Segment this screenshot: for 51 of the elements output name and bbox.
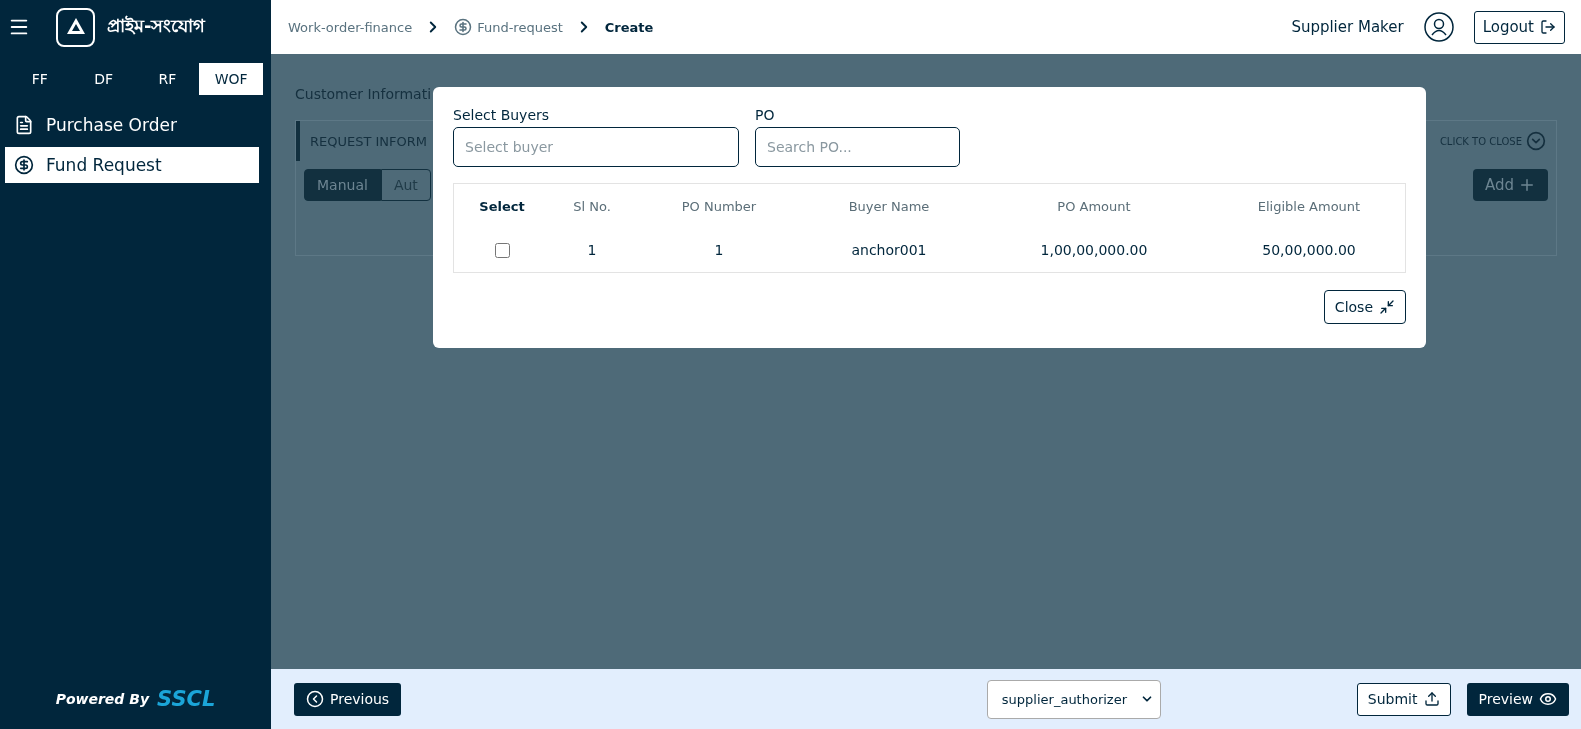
table-cell-text: 50,00,000.00: [1261, 242, 1357, 258]
dollar-icon: [14, 155, 34, 175]
upload-icon: [1423, 691, 1440, 707]
breadcrumb-link[interactable]: Create: [604, 19, 654, 35]
column-header: Buyer Name: [847, 198, 931, 214]
buyer-select-field[interactable]: Select buyer: [453, 127, 739, 167]
chevron-left-icon: [306, 690, 324, 708]
column-header: PO Amount: [1056, 198, 1132, 214]
previous-button[interactable]: Previous: [294, 682, 402, 716]
close-button[interactable]: Close: [1323, 290, 1406, 324]
product-tab[interactable]: WOF: [199, 63, 263, 95]
brand-name: SSCL: [157, 687, 216, 711]
sidebar-item[interactable]: Fund Request: [5, 147, 259, 183]
logout-icon: [1540, 19, 1556, 35]
submit-button[interactable]: Submit: [1356, 682, 1451, 716]
add-button[interactable]: Add: [1472, 169, 1548, 201]
sidebar-item[interactable]: Purchase Order: [5, 107, 259, 143]
logout-button[interactable]: Logout: [1473, 10, 1565, 44]
product-tab[interactable]: DF: [71, 63, 136, 95]
field-label: PO: [755, 107, 776, 123]
panel-title: REQUEST INFORM: [310, 133, 428, 149]
eye-icon: [1539, 690, 1557, 708]
section-title: Customer Informati: [295, 86, 433, 102]
chevron-down-icon: [1526, 131, 1546, 151]
product-tab[interactable]: RF: [135, 63, 200, 95]
plus-icon: [1518, 176, 1536, 194]
breadcrumb-link[interactable]: Work-order-finance: [288, 19, 413, 35]
column-header: Select: [478, 198, 526, 214]
document-icon: [14, 115, 34, 135]
table-cell-text: 1: [586, 242, 598, 258]
column-header: Sl No.: [572, 198, 612, 214]
logo-icon: [56, 7, 95, 47]
row-checkbox[interactable]: [494, 242, 510, 258]
breadcrumb-link[interactable]: Fund-request: [477, 19, 563, 35]
user-avatar-icon[interactable]: [1423, 12, 1454, 42]
column-header: PO Number: [680, 198, 758, 214]
powered-by-text: Powered By: [55, 691, 150, 707]
minimize-icon: [1379, 299, 1395, 315]
role-dropdown[interactable]: supplier_authorizer: [986, 679, 1161, 719]
po-search-field[interactable]: Search PO...: [755, 127, 960, 167]
table-cell-text: 1: [713, 242, 725, 258]
preview-button[interactable]: Preview: [1466, 682, 1569, 716]
logo-text: প্রাইম-সংযোগ: [107, 13, 206, 38]
product-tab[interactable]: FF: [8, 63, 72, 95]
user-name: Supplier Maker: [1291, 18, 1404, 36]
column-header: Eligible Amount: [1256, 198, 1362, 214]
mode-toggle[interactable]: Manual: [304, 169, 381, 201]
dollar-icon: [454, 18, 473, 36]
table-cell-text: anchor001: [850, 242, 928, 258]
field-label: Select Buyers: [453, 107, 551, 123]
table-cell-text: 1,00,00,000.00: [1039, 242, 1149, 258]
